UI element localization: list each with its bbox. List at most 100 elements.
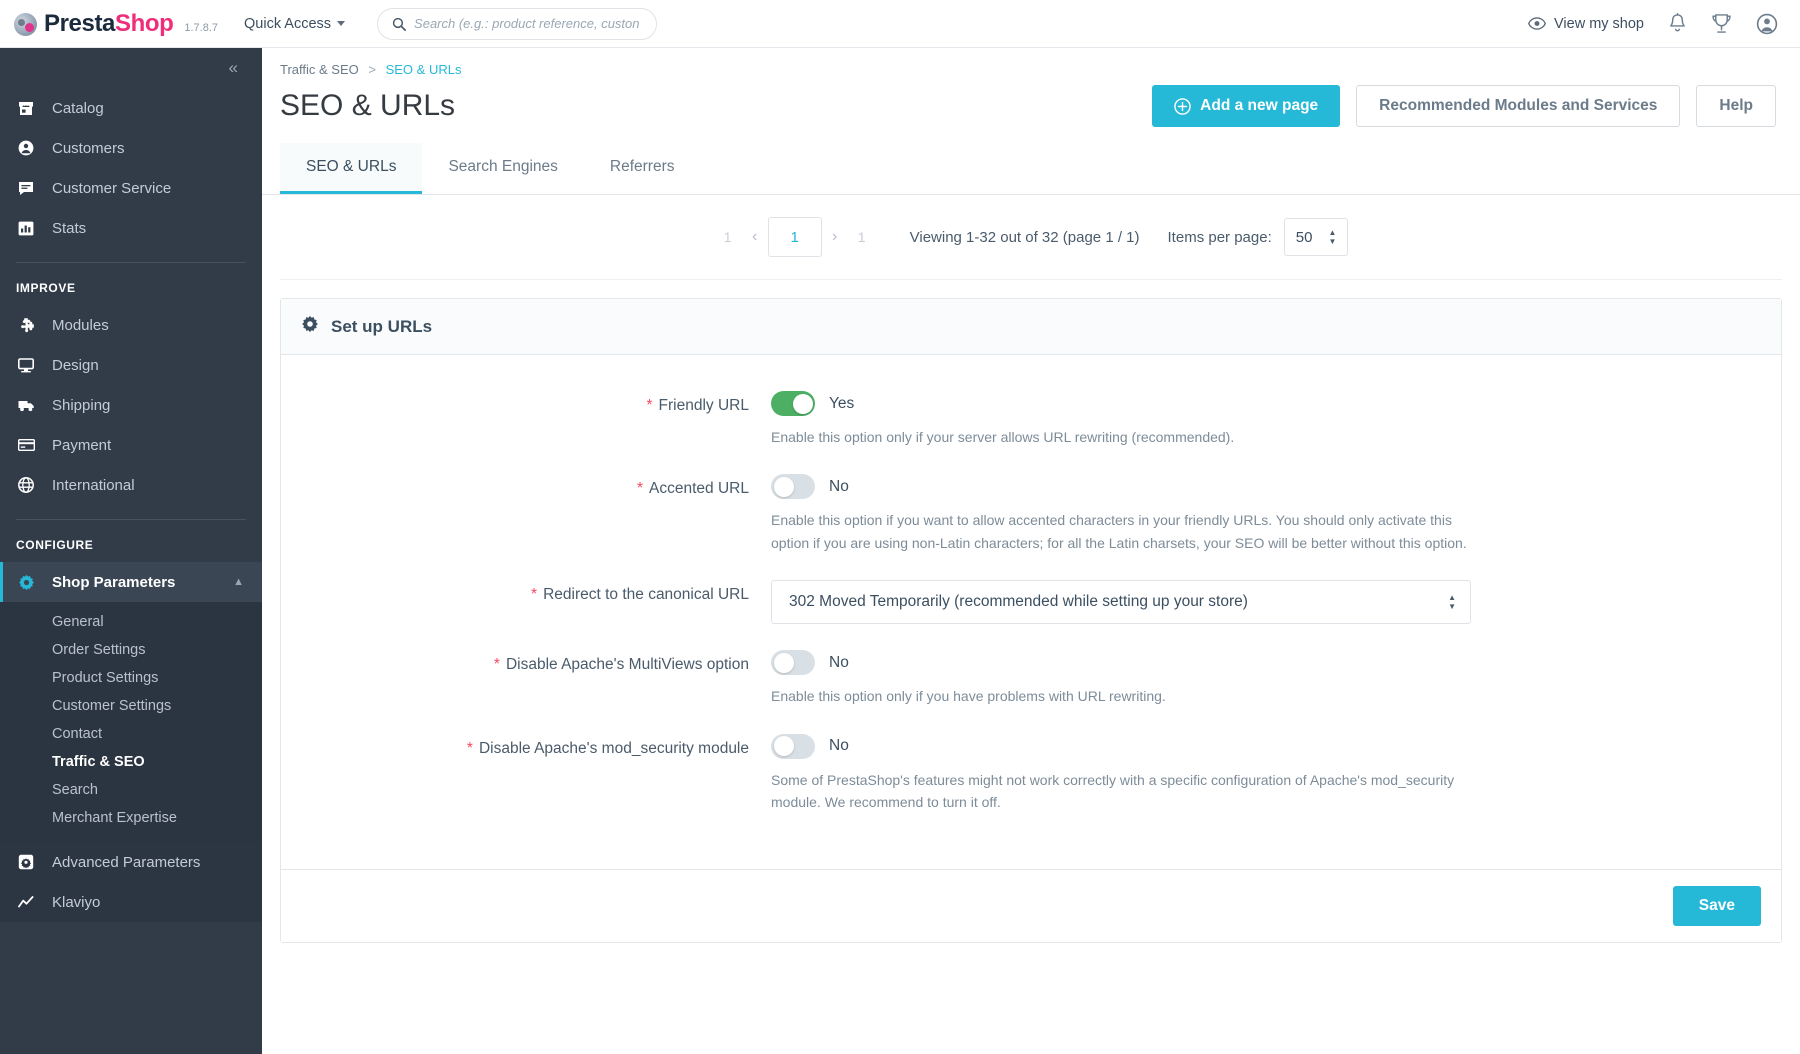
field-control: No Enable this option if you want to all… bbox=[771, 474, 1761, 554]
sidebar-item-label: International bbox=[52, 476, 135, 494]
sidebar-item-label: Customer Service bbox=[52, 179, 172, 197]
toggle-knob bbox=[792, 393, 813, 414]
sidebar-item-klaviyo[interactable]: Klaviyo bbox=[0, 882, 262, 922]
sidebar-item-design[interactable]: Design bbox=[0, 345, 262, 385]
mod-security-toggle[interactable] bbox=[771, 733, 815, 759]
search-input[interactable] bbox=[414, 16, 643, 31]
pagination-first[interactable]: 1 bbox=[714, 229, 742, 245]
sidebar-item-stats[interactable]: Stats bbox=[0, 208, 262, 248]
sidebar-item-international[interactable]: International bbox=[0, 465, 262, 505]
multiviews-toggle[interactable] bbox=[771, 650, 815, 676]
sidebar-subitem-customer-settings[interactable]: Customer Settings bbox=[0, 692, 262, 720]
form-row-multiviews: * Disable Apache's MultiViews option No E… bbox=[301, 650, 1761, 707]
global-search[interactable] bbox=[377, 7, 658, 40]
sidebar-heading-configure: CONFIGURE bbox=[16, 538, 94, 552]
sidebar-subitem-traffic-seo[interactable]: Traffic & SEO bbox=[0, 748, 262, 776]
brand-presta: Presta bbox=[44, 9, 115, 37]
view-my-shop-link[interactable]: View my shop bbox=[1528, 16, 1644, 32]
credit-card-icon bbox=[16, 439, 36, 451]
trophy-icon[interactable] bbox=[1711, 13, 1732, 34]
breadcrumb-parent[interactable]: Traffic & SEO bbox=[280, 62, 359, 77]
help-button[interactable]: Help bbox=[1696, 85, 1776, 127]
prestashop-logo[interactable]: PrestaShop 1.7.8.7 bbox=[14, 9, 219, 37]
items-per-page-label: Items per page: bbox=[1167, 228, 1272, 246]
sidebar-subitem-contact[interactable]: Contact bbox=[0, 720, 262, 748]
sidebar-subitem-general[interactable]: General bbox=[0, 608, 262, 636]
items-per-page-select[interactable]: 50 ▲ ▼ bbox=[1283, 218, 1349, 256]
sidebar-item-label: Catalog bbox=[52, 99, 104, 117]
bell-icon[interactable] bbox=[1668, 13, 1687, 34]
content-area: 1 ‹ 1 › 1 Viewing 1-32 out of 32 (page 1… bbox=[262, 195, 1800, 1054]
chart-bar-icon bbox=[16, 221, 36, 236]
sidebar-item-customer-service[interactable]: Customer Service bbox=[0, 168, 262, 208]
add-new-page-button[interactable]: Add a new page bbox=[1152, 85, 1341, 127]
pagination-last[interactable]: 1 bbox=[848, 229, 876, 245]
klaviyo-icon bbox=[16, 895, 36, 909]
field-label-text: Disable Apache's mod_security module bbox=[478, 739, 749, 757]
pagination-info: Viewing 1-32 out of 32 (page 1 / 1) bbox=[909, 228, 1140, 246]
search-icon bbox=[392, 17, 407, 31]
field-control: 302 Moved Temporarily (recommended while… bbox=[771, 580, 1761, 625]
top-header-bar: PrestaShop 1.7.8.7 Quick Access View my … bbox=[0, 0, 1800, 48]
monitor-icon bbox=[16, 357, 36, 373]
toggle-line: No bbox=[771, 733, 1761, 759]
recommended-modules-button[interactable]: Recommended Modules and Services bbox=[1356, 85, 1681, 127]
field-control: No Enable this option only if you have p… bbox=[771, 650, 1761, 707]
friendly-url-toggle[interactable] bbox=[771, 391, 815, 416]
page-title-row: SEO & URLs Add a new page Recommended Mo… bbox=[280, 85, 1776, 143]
sidebar-item-shipping[interactable]: Shipping bbox=[0, 385, 262, 425]
field-label: * Disable Apache's mod_security module bbox=[301, 734, 771, 759]
field-label-text: Friendly URL bbox=[658, 397, 749, 414]
sidebar-subitem-product-settings[interactable]: Product Settings bbox=[0, 664, 262, 692]
panel-footer: Save bbox=[281, 869, 1781, 943]
panel-header: Set up URLs bbox=[281, 299, 1781, 355]
form-row-canonical-redirect: * Redirect to the canonical URL 302 Moved… bbox=[301, 580, 1761, 625]
form-row-friendly-url: * Friendly URL Yes Enable this option onl… bbox=[301, 391, 1761, 448]
breadcrumb-current[interactable]: SEO & URLs bbox=[386, 62, 462, 77]
sidebar-item-shop-parameters[interactable]: Shop Parameters ▲ bbox=[0, 562, 262, 602]
sidebar-item-catalog[interactable]: Catalog bbox=[0, 88, 262, 128]
canonical-redirect-select[interactable]: 302 Moved Temporarily (recommended while… bbox=[771, 580, 1471, 625]
accented-url-toggle[interactable] bbox=[771, 474, 815, 500]
sidebar-item-label: Design bbox=[52, 356, 99, 374]
globe-icon bbox=[16, 477, 36, 493]
sidebar-heading-improve: IMPROVE bbox=[16, 281, 76, 295]
collapse-sidebar-icon[interactable]: « bbox=[229, 58, 239, 78]
person-icon bbox=[16, 140, 36, 156]
store-icon bbox=[16, 101, 36, 116]
sidebar-item-advanced-parameters[interactable]: Advanced Parameters bbox=[0, 842, 262, 882]
save-button[interactable]: Save bbox=[1672, 886, 1761, 927]
pagination-prev-icon[interactable]: ‹ bbox=[742, 228, 768, 246]
sidebar-item-customers[interactable]: Customers bbox=[0, 128, 262, 168]
tab-seo-urls[interactable]: SEO & URLs bbox=[280, 143, 423, 194]
sidebar-subitem-order-settings[interactable]: Order Settings bbox=[0, 636, 262, 664]
pagination-current-page[interactable]: 1 bbox=[767, 217, 822, 257]
quick-access-menu[interactable]: Quick Access bbox=[244, 16, 346, 32]
toggle-state-label: No bbox=[829, 477, 849, 495]
required-marker: * bbox=[493, 656, 500, 674]
tab-referrers[interactable]: Referrers bbox=[584, 143, 701, 194]
brand-shop: Shop bbox=[114, 9, 174, 37]
sidebar-item-modules[interactable]: Modules bbox=[0, 305, 262, 345]
version-label: 1.7.8.7 bbox=[184, 21, 219, 34]
toggle-knob bbox=[773, 736, 794, 757]
pagination-bar: 1 ‹ 1 › 1 Viewing 1-32 out of 32 (page 1… bbox=[280, 195, 1782, 280]
set-up-urls-panel: Set up URLs * Friendly URL Yes Enable th… bbox=[280, 298, 1782, 944]
plus-circle-icon bbox=[1174, 97, 1191, 115]
field-label: * Friendly URL bbox=[301, 391, 771, 416]
sidebar-subitem-merchant-expertise[interactable]: Merchant Expertise bbox=[0, 804, 262, 832]
sidebar-item-label: Klaviyo bbox=[52, 893, 101, 911]
required-marker: * bbox=[646, 397, 653, 414]
sidebar-nav: « Catalog Customers Customer Service Sta… bbox=[0, 48, 262, 1054]
eye-icon bbox=[1528, 17, 1546, 30]
page-actions: Add a new page Recommended Modules and S… bbox=[1152, 85, 1776, 127]
panel-body: * Friendly URL Yes Enable this option onl… bbox=[281, 355, 1781, 869]
sidebar-subitem-search[interactable]: Search bbox=[0, 776, 262, 804]
pagination-next-icon[interactable]: › bbox=[822, 228, 848, 246]
tab-search-engines[interactable]: Search Engines bbox=[422, 143, 583, 194]
form-row-mod-security: * Disable Apache's mod_security module No… bbox=[301, 733, 1761, 814]
account-icon[interactable] bbox=[1756, 13, 1778, 35]
sidebar-item-payment[interactable]: Payment bbox=[0, 425, 262, 465]
help-label: Help bbox=[1719, 97, 1753, 114]
sidebar-submenu-shop-parameters: General Order Settings Product Settings … bbox=[0, 602, 262, 842]
